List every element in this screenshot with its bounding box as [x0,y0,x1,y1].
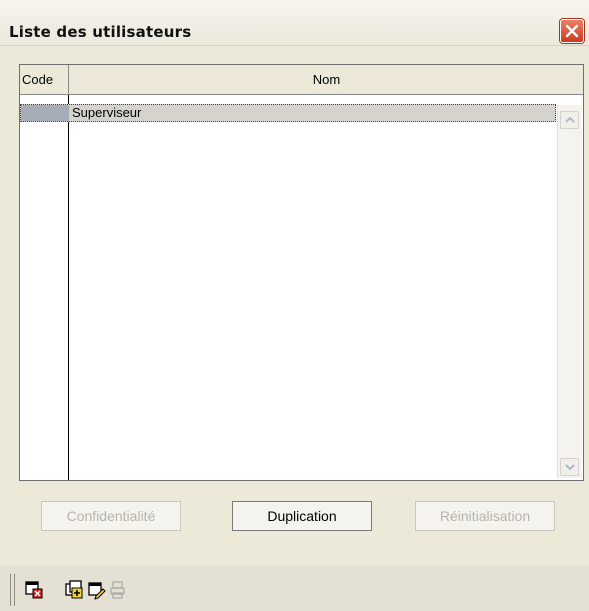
toolbar-grip[interactable] [10,574,15,606]
add-user-button[interactable] [64,580,84,600]
table-row[interactable]: Superviseur [20,104,556,122]
grid-body: Superviseur [20,95,583,480]
title-bar: Liste des utilisateurs [0,0,589,46]
print-icon [110,581,125,599]
edit-user-button[interactable] [87,580,107,600]
print-button[interactable] [108,580,128,600]
column-header-code[interactable]: Code [20,65,69,94]
delete-user-button[interactable] [24,580,44,600]
user-list-window: Liste des utilisateurs Code Nom Supervis… [0,0,589,611]
scroll-down-button[interactable] [560,458,579,476]
edit-user-icon [88,582,106,600]
reinitialisation-button[interactable]: Réinitialisation [415,501,555,531]
column-header-nom[interactable]: Nom [69,65,584,94]
add-user-icon [65,580,83,599]
duplication-button[interactable]: Duplication [232,501,372,531]
close-button[interactable] [560,19,584,43]
confidentialite-button[interactable]: Confidentialité [41,501,181,531]
scroll-up-button[interactable] [560,111,579,129]
close-icon [565,24,579,38]
window-title: Liste des utilisateurs [9,23,192,41]
users-grid: Code Nom Superviseur [19,64,584,481]
column-divider [68,95,69,480]
chevron-up-icon [564,116,575,123]
row-code-cell [21,105,69,121]
vertical-scrollbar[interactable] [557,105,582,478]
delete-user-icon [25,581,43,599]
row-name-cell: Superviseur [72,105,142,120]
grid-header: Code Nom [20,65,583,95]
bottom-toolbar [0,566,589,611]
chevron-down-icon [564,464,575,471]
